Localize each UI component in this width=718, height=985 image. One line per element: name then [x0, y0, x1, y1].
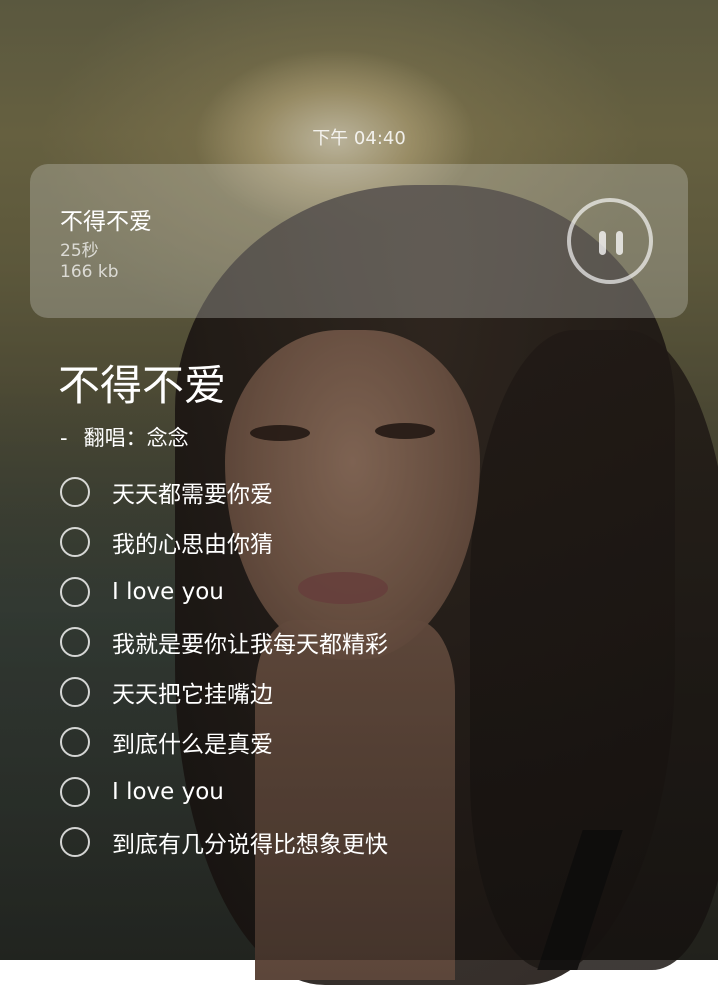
lyrics-list: 天天都需要你爱 我的心思由你猜 I love you 我就是要你让我每天都精彩 …	[60, 467, 620, 867]
audio-file-size: 166 kb	[60, 262, 119, 282]
pause-icon	[599, 231, 606, 255]
lyric-text: 我就是要你让我每天都精彩	[112, 632, 388, 658]
lyric-item[interactable]: 我的心思由你猜	[60, 517, 620, 567]
lyric-item[interactable]: 到底什么是真爱	[60, 717, 620, 767]
lyric-item[interactable]: 天天都需要你爱	[60, 467, 620, 517]
singer-prefix: -	[60, 426, 68, 450]
pause-icon-bar	[616, 231, 623, 255]
lyric-item[interactable]: I love you	[60, 767, 620, 817]
lyric-item[interactable]: I love you	[60, 567, 620, 617]
audio-duration: 25秒	[60, 241, 99, 261]
lyric-item[interactable]: 到底有几分说得比想象更快	[60, 817, 620, 867]
audio-player-card[interactable]: 不得不爱 25秒 166 kb	[30, 164, 688, 318]
radio-circle-icon[interactable]	[60, 827, 90, 857]
song-title: 不得不爱	[58, 361, 227, 410]
pause-button[interactable]	[567, 198, 653, 284]
radio-circle-icon[interactable]	[60, 477, 90, 507]
lyric-text: 天天都需要你爱	[112, 482, 273, 508]
status-time: 下午 04:40	[312, 128, 406, 149]
lyric-item[interactable]: 天天把它挂嘴边	[60, 667, 620, 717]
lyric-text: 到底有几分说得比想象更快	[112, 832, 388, 858]
lyric-text: 天天把它挂嘴边	[112, 682, 273, 708]
audio-title: 不得不爱	[60, 209, 152, 235]
radio-circle-icon[interactable]	[60, 527, 90, 557]
lyric-text: 到底什么是真爱	[112, 732, 273, 758]
radio-circle-icon[interactable]	[60, 727, 90, 757]
lyric-text: I love you	[112, 779, 224, 805]
radio-circle-icon[interactable]	[60, 677, 90, 707]
lyric-item[interactable]: 我就是要你让我每天都精彩	[60, 617, 620, 667]
lyric-text: I love you	[112, 579, 224, 605]
singer-line: - 翻唱：念念	[60, 422, 189, 452]
radio-circle-icon[interactable]	[60, 627, 90, 657]
singer-name: 翻唱：念念	[83, 426, 189, 450]
radio-circle-icon[interactable]	[60, 577, 90, 607]
screen: 下午 04:40 不得不爱 25秒 166 kb 不得不爱 - 翻唱：念念 天天都…	[0, 0, 718, 960]
lyric-text: 我的心思由你猜	[112, 532, 273, 558]
radio-circle-icon[interactable]	[60, 777, 90, 807]
